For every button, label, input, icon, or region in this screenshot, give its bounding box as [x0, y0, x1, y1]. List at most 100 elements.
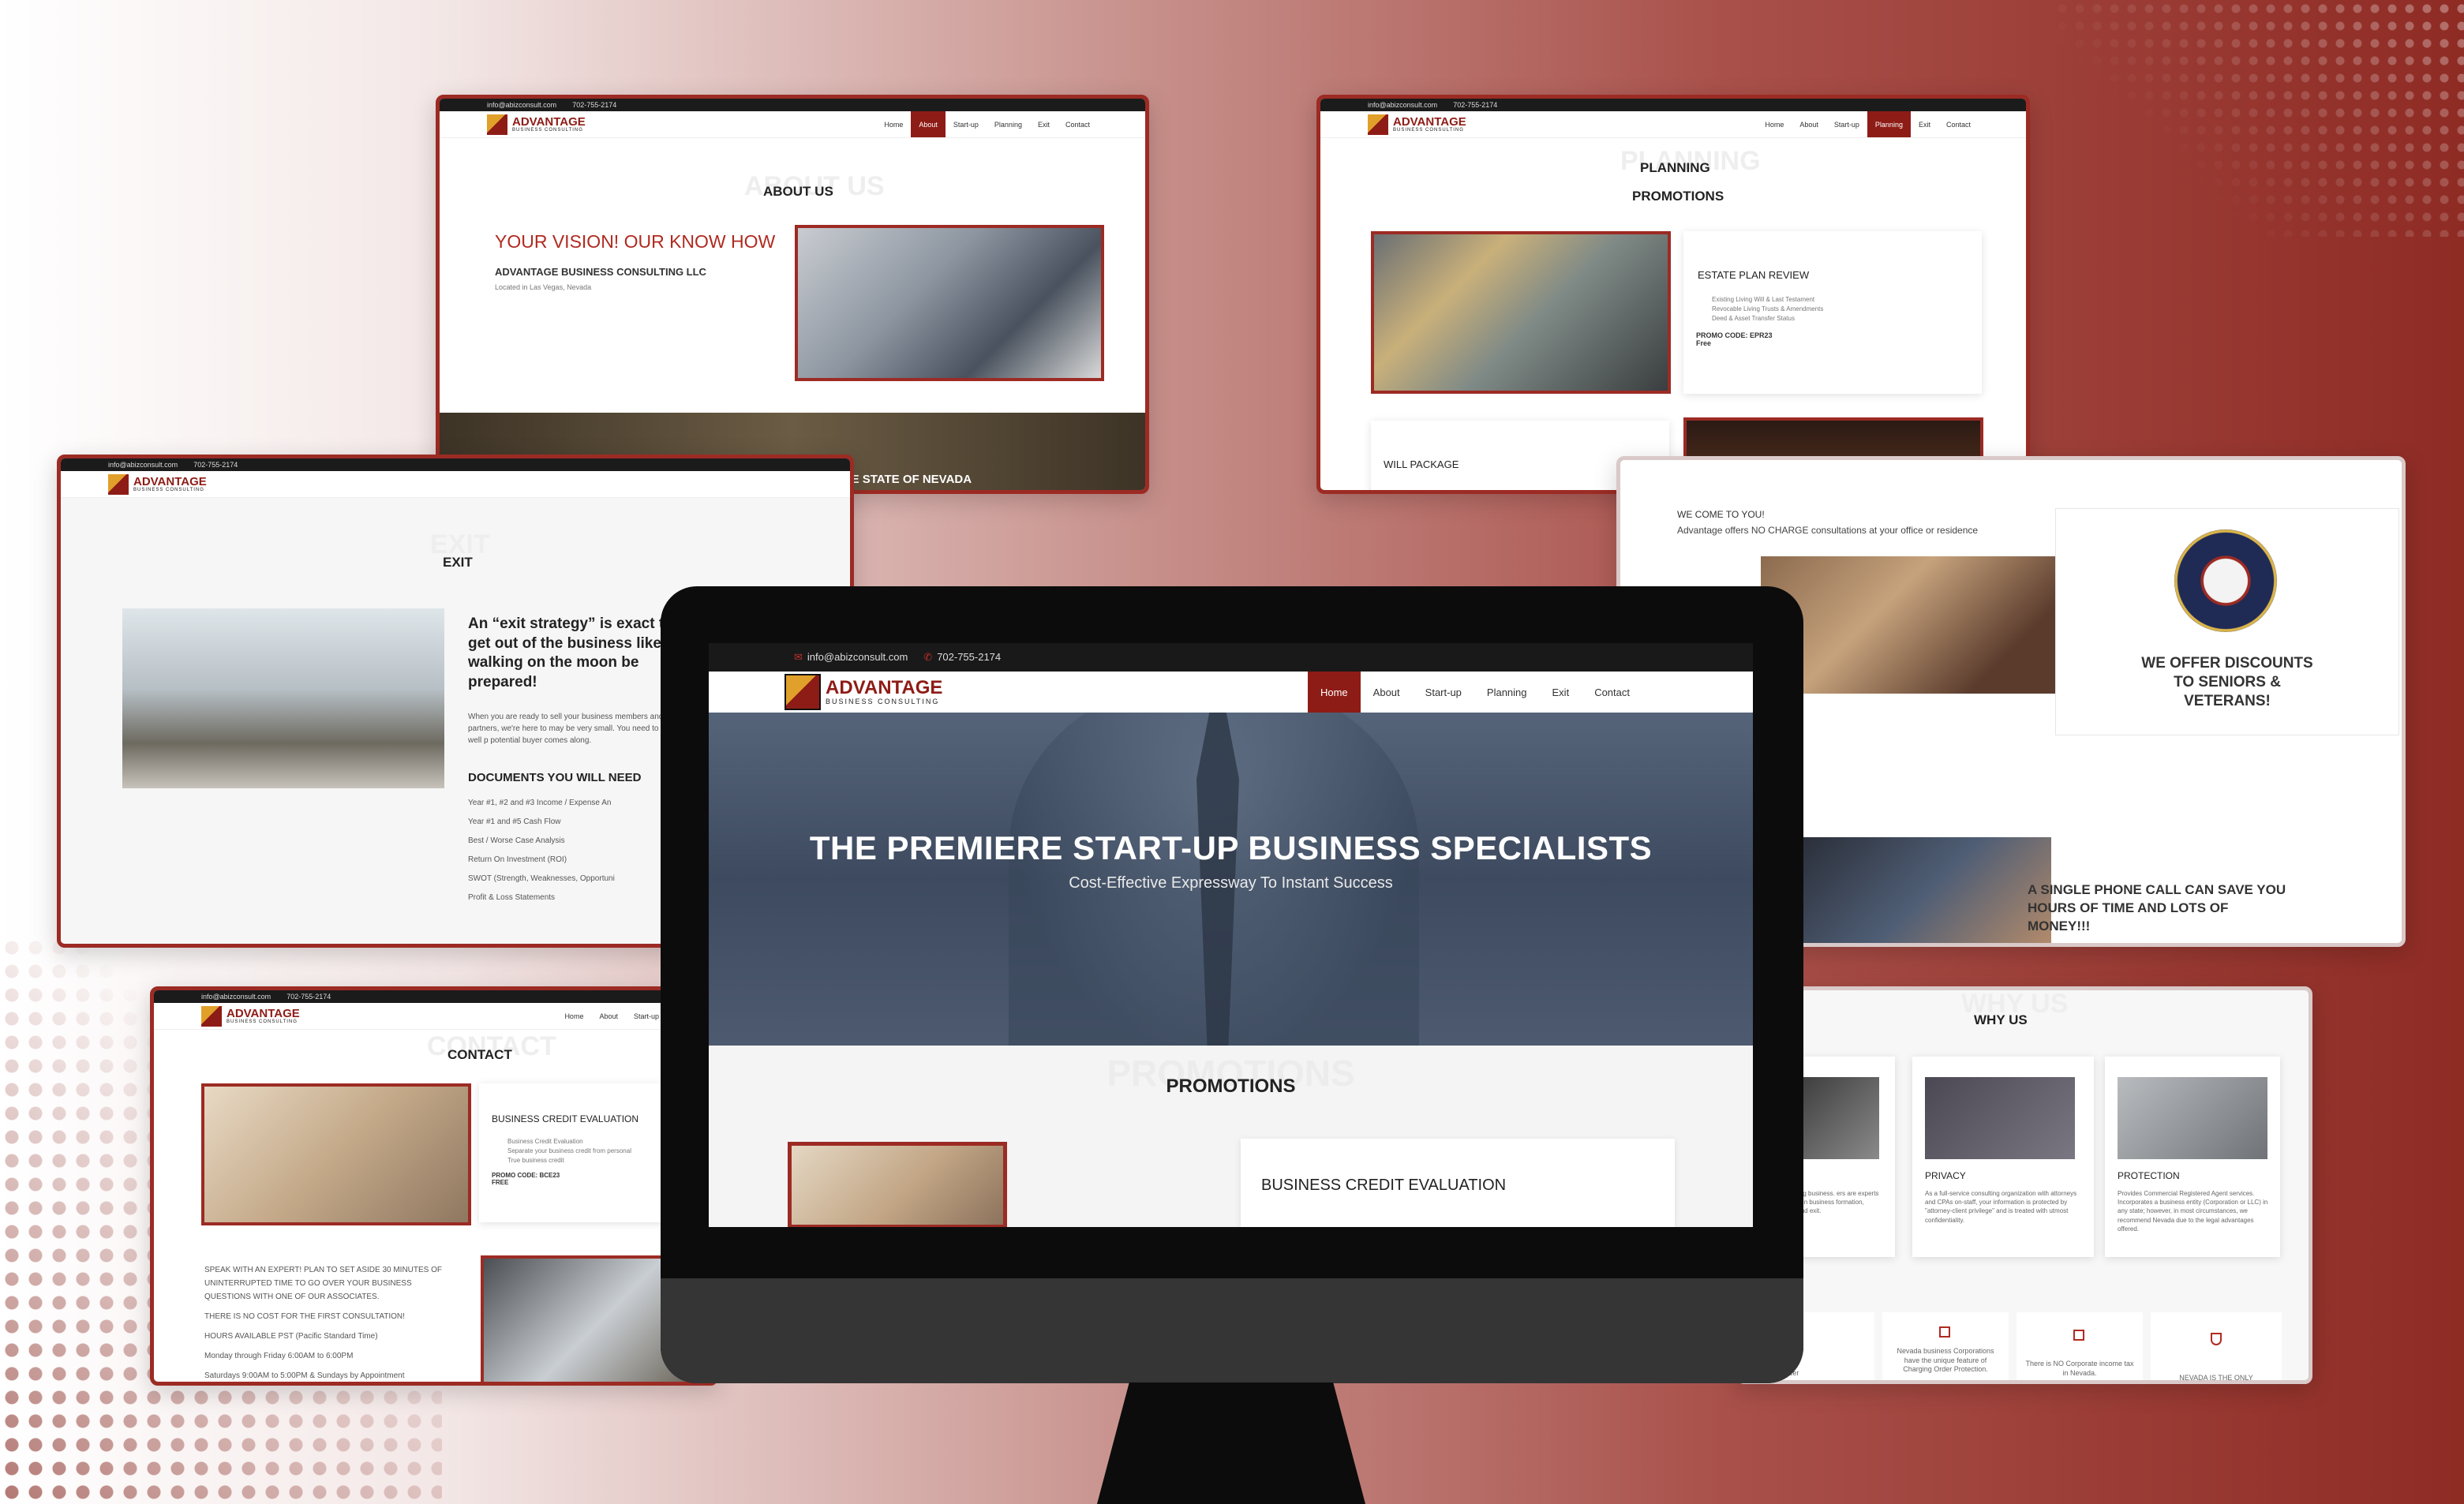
planning-page-preview: info@abizconsult.com 702-755-2174 ADVANT…	[1316, 95, 2030, 494]
checklist-item: Existing Living Will & Last Testament	[1712, 296, 1815, 303]
meeting-photo	[795, 225, 1104, 381]
checklist-item: Revocable Living Trusts & Amendments	[1712, 305, 1824, 312]
promotions-section: PROMOTIONS PROMOTIONS BUSINESS CREDIT EV…	[709, 1046, 1753, 1227]
halftone-dots-top-right	[2054, 0, 2464, 237]
nav-planning[interactable]: Planning	[1474, 672, 1540, 713]
nav-menu: Home About Start-up Planning Exit Contac…	[876, 111, 1098, 137]
logo[interactable]: ADVANTAGE BUSINESS CONSULTING	[1368, 114, 1466, 135]
info-line: SPEAK WITH AN EXPERT! PLAN TO SET ASIDE …	[204, 1266, 443, 1301]
phone-photo	[1803, 837, 2051, 943]
we-come-text: Advantage offers NO CHARGE consultations…	[1677, 525, 1979, 536]
hero-banner: THE PREMIERE START-UP BUSINESS SPECIALIS…	[709, 713, 1753, 1046]
logo-name: ADVANTAGE	[133, 475, 207, 488]
nav-startup[interactable]: Start-up	[946, 111, 987, 137]
about-page-preview: info@abizconsult.com 702-755-2174 ADVANT…	[436, 95, 1149, 494]
estate-plan-card[interactable]: ESTATE PLAN REVIEW Existing Living Will …	[1683, 231, 1982, 394]
consultation-info: SPEAK WITH AN EXPERT! PLAN TO SET ASIDE …	[204, 1263, 457, 1382]
section-title: PLANNING	[1640, 160, 1710, 175]
benefit-text: NEVADA IS THE ONLY	[2179, 1374, 2253, 1382]
discount-text: WE OFFER DISCOUNTS TO SENIORS & VETERANS…	[2141, 655, 2313, 709]
phone-text: 702-755-2174	[1453, 101, 1498, 109]
nav-bar: ADVANTAGE BUSINESS CONSULTING Home About …	[154, 1003, 714, 1030]
nav-startup[interactable]: Start-up	[1826, 111, 1867, 137]
email-text: info@abizconsult.com	[807, 651, 908, 663]
nav-menu: Home About Start-up	[556, 1003, 667, 1029]
protection-text: Provides Commercial Registered Agent ser…	[2118, 1190, 2268, 1233]
promo-price: Free	[1696, 339, 1712, 347]
logo-tagline: BUSINESS CONSULTING	[133, 488, 204, 492]
nav-planning[interactable]: Planning	[1867, 111, 1911, 137]
doc-item: Year #1 and #5 Cash Flow	[468, 817, 561, 826]
tax-icon	[2073, 1330, 2084, 1341]
nav-about[interactable]: About	[911, 111, 946, 137]
section-title: EXIT	[443, 555, 473, 570]
nav-about[interactable]: About	[1361, 672, 1413, 713]
veterans-card: WE OFFER DISCOUNTS TO SENIORS & VETERANS…	[2056, 509, 2398, 735]
doc-item: Profit & Loss Statements	[468, 893, 556, 902]
nav-exit[interactable]: Exit	[1540, 672, 1582, 713]
interior-photo	[122, 608, 444, 788]
top-contact-bar: info@abizconsult.com 702-755-2174	[61, 458, 850, 471]
promotions-subtitle: PROMOTIONS	[1632, 189, 1724, 204]
phone-link[interactable]: ✆ 702-755-2174	[923, 651, 1001, 664]
phone-text: 702-755-2174	[572, 101, 617, 109]
promo-code: PROMO CODE: EPR23	[1696, 331, 1773, 339]
info-line: HOURS AVAILABLE PST (Pacific Standard Ti…	[204, 1332, 378, 1341]
nav-bar: ADVANTAGE BUSINESS CONSULTING Home About …	[440, 111, 1145, 138]
nav-contact[interactable]: Contact	[1582, 672, 1642, 713]
nav-exit[interactable]: Exit	[1030, 111, 1058, 137]
email-text: info@abizconsult.com	[487, 101, 557, 109]
company-name: ADVANTAGE BUSINESS CONSULTING LLC	[495, 266, 706, 278]
phone-text: 702-755-2174	[937, 651, 1002, 663]
nav-home[interactable]: Home	[556, 1003, 591, 1029]
doc-item: Best / Worse Case Analysis	[468, 836, 565, 845]
promo-card[interactable]: BUSINESS CREDIT EVALUATION	[1241, 1139, 1675, 1227]
nav-home[interactable]: Home	[876, 111, 911, 137]
nav-contact[interactable]: Contact	[1058, 111, 1098, 137]
logo[interactable]: ADVANTAGE BUSINESS CONSULTING	[108, 473, 207, 495]
nav-menu: Home About Start-up Planning Exit Contac…	[1757, 111, 1979, 137]
logo-mark-icon	[785, 674, 821, 710]
monitor-chin	[661, 1278, 1803, 1383]
phone-text: 702-755-2174	[193, 461, 238, 469]
consultation-photo	[1761, 556, 2056, 694]
nav-bar: ADVANTAGE BUSINESS CONSULTING	[61, 471, 850, 498]
benefit-tile: NEVADA IS THE ONLY	[2151, 1312, 2282, 1382]
section-title: PROMOTIONS	[1166, 1076, 1296, 1097]
logo[interactable]: ADVANTAGE BUSINESS CONSULTING	[487, 114, 586, 135]
protection-photo	[2118, 1077, 2267, 1159]
nav-about[interactable]: About	[1792, 111, 1826, 137]
nav-about[interactable]: About	[591, 1003, 626, 1029]
nav-home[interactable]: Home	[1307, 672, 1361, 713]
logo-mark-icon	[108, 473, 129, 495]
docs-list: Year #1, #2 and #3 Income / Expense An Y…	[468, 796, 673, 904]
logo-mark-icon	[487, 114, 507, 135]
section-title: WHY US	[1974, 1012, 2028, 1027]
contact-page-preview: info@abizconsult.com 702-755-2174 ADVANT…	[150, 986, 718, 1386]
nav-startup[interactable]: Start-up	[1413, 672, 1474, 713]
doc-item: SWOT (Strength, Weaknesses, Opportuni	[468, 874, 615, 883]
info-line: Monday through Friday 6:00AM to 6:00PM	[204, 1352, 354, 1360]
logo[interactable]: ADVANTAGE BUSINESS CONSULTING	[785, 674, 942, 710]
email-link[interactable]: ✉ info@abizconsult.com	[794, 651, 908, 664]
exit-quote: An “exit strategy” is exact to get out o…	[468, 615, 673, 691]
nav-contact[interactable]: Contact	[1938, 111, 1979, 137]
why-us-preview: WHY US WHY US in the consulting business…	[1736, 986, 2312, 1384]
protection-title: PROTECTION	[2118, 1170, 2180, 1181]
nav-bar: ADVANTAGE BUSINESS CONSULTING Home About…	[709, 672, 1753, 713]
logo[interactable]: ADVANTAGE BUSINESS CONSULTING	[201, 1005, 300, 1027]
phone-text: 702-755-2174	[286, 993, 331, 1001]
promo-photo	[788, 1142, 1007, 1227]
info-line: Saturdays 9:00AM to 5:00PM & Sundays by …	[204, 1371, 405, 1380]
logo-name: ADVANTAGE	[227, 1007, 300, 1020]
nav-exit[interactable]: Exit	[1911, 111, 1938, 137]
promo-card-title: BUSINESS CREDIT EVALUATION	[1261, 1177, 1507, 1194]
top-contact-bar: info@abizconsult.com 702-755-2174	[154, 990, 714, 1003]
business-desk-photo	[201, 1083, 471, 1225]
hero-title: THE PREMIERE START-UP BUSINESS SPECIALIS…	[809, 829, 1653, 866]
nav-planning[interactable]: Planning	[987, 111, 1030, 137]
logo-name: ADVANTAGE	[826, 677, 943, 698]
hero-subtitle: Cost-Effective Expressway To Instant Suc…	[1069, 874, 1393, 892]
section-title: CONTACT	[447, 1047, 512, 1062]
nav-home[interactable]: Home	[1757, 111, 1792, 137]
